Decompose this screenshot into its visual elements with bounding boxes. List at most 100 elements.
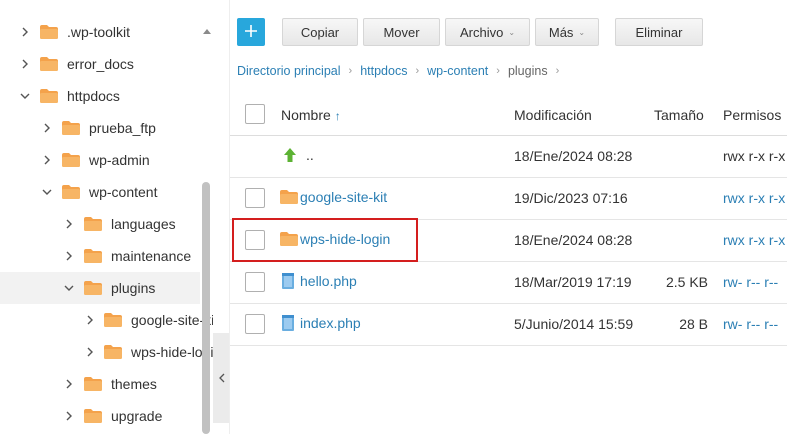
tree-item-label: upgrade xyxy=(111,408,163,424)
chevron-right-icon[interactable] xyxy=(64,379,74,389)
move-button[interactable]: Mover xyxy=(363,18,440,46)
chevron-right-icon[interactable] xyxy=(64,219,74,229)
folder-icon xyxy=(84,377,102,391)
row-checkbox[interactable] xyxy=(245,314,265,334)
folder-icon xyxy=(40,89,58,103)
folder-icon xyxy=(104,345,122,359)
file-menu-label: Archivo xyxy=(459,24,504,40)
tree-item-languages[interactable]: languages xyxy=(0,208,200,240)
tree-item-themes[interactable]: themes xyxy=(0,368,200,400)
row-checkbox[interactable] xyxy=(245,188,265,208)
tree-item-upgrade[interactable]: upgrade xyxy=(0,400,200,432)
breadcrumb-separator-icon: › xyxy=(348,65,353,77)
table-row[interactable]: hello.php 18/Mar/2019 17:19 2.5 KB rw- r… xyxy=(230,262,787,304)
chevron-right-icon[interactable] xyxy=(64,411,74,421)
tree-item-httpdocs[interactable]: httpdocs xyxy=(0,80,200,112)
row-name[interactable]: google-site-kit xyxy=(300,189,387,205)
move-button-label: Mover xyxy=(383,24,420,40)
tree-item-wps-hide-login[interactable]: wps-hide-login xyxy=(0,336,213,368)
folder-icon xyxy=(84,409,102,423)
tree-item-wp-toolkit[interactable]: .wp-toolkit xyxy=(0,16,200,48)
chevron-down-icon[interactable] xyxy=(20,91,30,101)
row-permissions: rwx r-x r-x xyxy=(723,148,786,164)
row-name[interactable]: index.php xyxy=(300,315,361,331)
column-modified-header[interactable]: Modificación xyxy=(514,107,592,123)
tree-item-label: .wp-toolkit xyxy=(67,24,131,40)
more-menu-button[interactable]: Más ⌄ xyxy=(535,18,599,46)
tree-item-wp-admin[interactable]: wp-admin xyxy=(0,144,200,176)
chevron-left-icon xyxy=(218,370,225,386)
delete-button-label: Eliminar xyxy=(635,24,683,40)
chevron-right-icon[interactable] xyxy=(42,123,52,133)
delete-button[interactable]: Eliminar xyxy=(615,18,703,46)
add-button[interactable] xyxy=(237,18,265,46)
breadcrumb-wp-content[interactable]: wp-content xyxy=(427,64,488,78)
chevron-right-icon[interactable] xyxy=(42,155,52,165)
chevron-down-icon[interactable] xyxy=(64,283,74,293)
column-permissions-header[interactable]: Permisos xyxy=(723,107,781,123)
chevron-right-icon[interactable] xyxy=(20,27,30,37)
tree-item-label: maintenance xyxy=(111,248,192,264)
column-name-header[interactable]: Nombre ↑ xyxy=(281,107,341,123)
chevron-right-icon[interactable] xyxy=(64,251,74,261)
breadcrumb: Directorio principal › httpdocs › wp-con… xyxy=(237,62,567,80)
scroll-up-arrow-icon[interactable] xyxy=(200,24,213,37)
table-row[interactable]: index.php 5/Junio/2014 15:59 28 B rw- r-… xyxy=(230,304,787,346)
row-name-cell: .. xyxy=(280,146,314,164)
row-permissions[interactable]: rwx r-x r-x xyxy=(723,190,785,206)
tree-item-plugins[interactable]: plugins xyxy=(0,272,200,304)
folder-icon xyxy=(84,281,102,295)
folder-icon xyxy=(84,217,102,231)
chevron-right-icon[interactable] xyxy=(20,59,30,69)
chevron-down-icon[interactable] xyxy=(42,187,52,197)
column-size-header[interactable]: Tamaño xyxy=(654,107,704,123)
row-modified: 5/Junio/2014 15:59 xyxy=(514,316,634,332)
breadcrumb-separator-icon: › xyxy=(496,65,500,77)
tree-item-error-docs[interactable]: error_docs xyxy=(0,48,200,80)
tree-item-wp-content[interactable]: wp-content xyxy=(0,176,200,208)
table-row[interactable]: wps-hide-login 18/Ene/2024 08:28 rwx r-x… xyxy=(230,220,787,262)
row-name[interactable]: wps-hide-login xyxy=(300,231,390,247)
more-menu-label: Más xyxy=(548,24,574,40)
row-permissions[interactable]: rw- r-- r-- xyxy=(723,274,778,290)
tree-item-label: httpdocs xyxy=(67,88,120,104)
tree-item-prueba-ftp[interactable]: prueba_ftp xyxy=(0,112,200,144)
tree-item-label: plugins xyxy=(111,280,156,296)
folder-icon xyxy=(40,57,58,71)
breadcrumb-httpdocs[interactable]: httpdocs xyxy=(360,64,407,78)
tree-scrollbar-thumb[interactable] xyxy=(202,182,210,434)
table-row[interactable]: .. 18/Ene/2024 08:28 rwx r-x r-x xyxy=(230,136,787,178)
chevron-right-icon[interactable] xyxy=(86,315,94,325)
collapse-sidebar-handle[interactable] xyxy=(213,333,230,423)
tree-item-google-site-kit[interactable]: google-site-kit xyxy=(0,304,213,336)
row-name[interactable]: .. xyxy=(306,147,314,163)
row-permissions[interactable]: rw- r-- r-- xyxy=(723,316,778,332)
row-checkbox[interactable] xyxy=(245,230,265,250)
copy-button[interactable]: Copiar xyxy=(282,18,358,46)
folder-icon xyxy=(62,185,80,199)
tree-item-label: prueba_ftp xyxy=(89,120,156,136)
chevron-right-icon[interactable] xyxy=(86,347,94,357)
parent-folder-arrow-icon xyxy=(282,146,300,164)
row-modified: 18/Ene/2024 08:28 xyxy=(514,148,633,164)
row-size: 28 B xyxy=(679,316,708,332)
plus-icon xyxy=(244,24,258,41)
folder-icon xyxy=(62,121,80,135)
tree-item-label: google-site-kit xyxy=(131,312,213,328)
row-permissions[interactable]: rwx r-x r-x xyxy=(723,232,785,248)
table-row[interactable]: google-site-kit 19/Dic/2023 07:16 rwx r-… xyxy=(230,178,787,220)
row-name[interactable]: hello.php xyxy=(300,273,357,289)
row-checkbox[interactable] xyxy=(245,272,265,292)
php-file-icon xyxy=(280,314,298,332)
select-all-checkbox[interactable] xyxy=(245,104,265,124)
tree-item-label: themes xyxy=(111,376,157,392)
row-modified: 18/Mar/2019 17:19 xyxy=(514,274,632,290)
file-menu-button[interactable]: Archivo ⌄ xyxy=(445,18,530,46)
tree-item-maintenance[interactable]: maintenance xyxy=(0,240,200,272)
folder-icon xyxy=(104,313,122,327)
breadcrumb-home[interactable]: Directorio principal xyxy=(237,64,341,78)
sort-ascending-icon: ↑ xyxy=(334,109,341,123)
chevron-down-icon: ⌄ xyxy=(578,27,586,37)
row-size: 2.5 KB xyxy=(665,274,708,290)
folder-icon xyxy=(84,249,102,263)
